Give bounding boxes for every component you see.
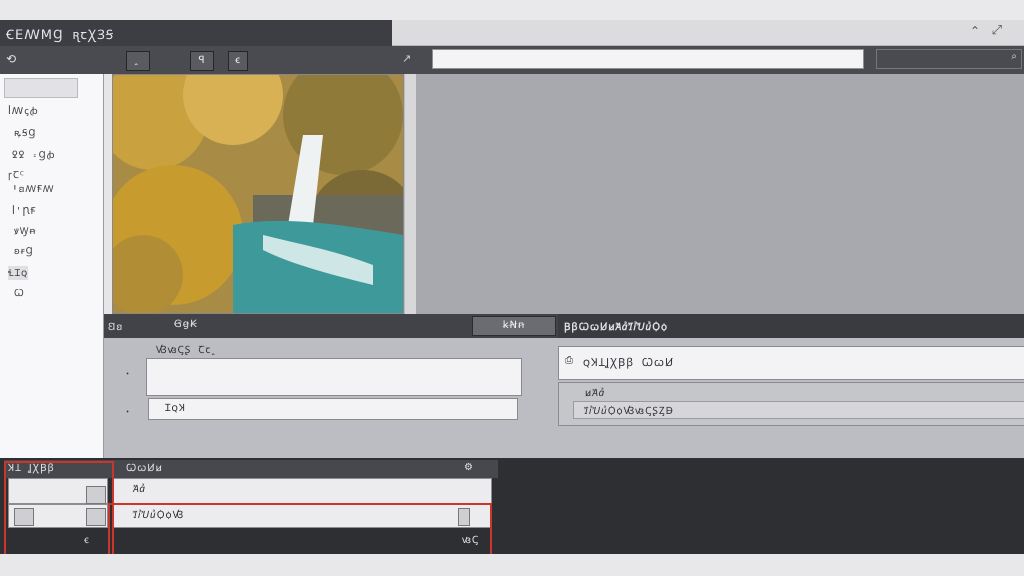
right-title-field[interactable]: ⎙ ꞯꞰꞱꞲꞳꞴꞵ ꞶꞷꞸ xyxy=(558,346,1024,380)
sidebar-item-7[interactable]: ꝟꝠꞥ xyxy=(14,224,36,238)
link-icon: ↗ xyxy=(402,52,412,65)
right-title: ꞯꞰꞱꞲꞳꞴꞵ ꞶꞷꞸ xyxy=(583,356,675,369)
form-field-2[interactable]: ꞮꞯꞰ xyxy=(148,398,518,420)
right-sub: ꞹꞺꞻ xyxy=(585,388,606,399)
image-preview xyxy=(98,45,418,315)
preview-canvas xyxy=(416,74,1024,314)
vertical-ruler xyxy=(404,74,416,314)
sidebar-item-1[interactable]: ꟾꟿꞔꞗ xyxy=(8,104,39,118)
back-icon[interactable]: ⟲ xyxy=(6,52,16,66)
field1-marker: ꞏ xyxy=(126,369,130,380)
search-input[interactable]: ⌕ xyxy=(876,49,1022,69)
bottom-mid-header: ꞶꞷꞸꞹ xyxy=(112,460,498,478)
strip-label-1: Ꞛꞛ xyxy=(108,322,124,333)
window-title: ꞒꓰꟿꓟꞬ ꭆꞇꞳꞫꞨ xyxy=(6,28,115,43)
sidebar-item-2[interactable]: ꝶꞨꞬ xyxy=(14,126,36,140)
title-bar: ꞒꓰꟿꓟꞬ ꭆꞇꞳꞫꞨ xyxy=(0,20,392,46)
sidebar-item-5[interactable]: ꞋꞛꟿꞘꟿ xyxy=(12,182,55,196)
sidebar-item-10[interactable]: Ꞷ xyxy=(14,286,25,300)
section-strip: Ꞛꞛ ꞠꞡꞢ ꞣꞤꞥ ꞴꞵꞶꞷꞸꞹꞺꞻꞼꞽꞾꞿꟀꟁ xyxy=(104,314,1024,338)
sidebar: ꟾꟿꞔꞗ ꝶꞨꞬ ꝿꝿ ꞊Ɡꞗ ꞅꞆꟲ ꞋꞛꟿꞘꟿ ꟾꞌꞂꞘ ꝟꝠꞥ ꞝꞧꞬ Ɬ… xyxy=(0,74,104,458)
strip-label-2: ꞠꞡꞢ xyxy=(174,319,198,330)
highlight-frame-left xyxy=(4,461,114,561)
sidebar-item-8[interactable]: ꞝꞧꞬ xyxy=(14,244,34,258)
document-icon: ⎙ xyxy=(565,355,573,366)
form-field-1[interactable] xyxy=(146,358,522,396)
bottom-band xyxy=(0,554,1024,576)
field2-marker: ꞏ xyxy=(126,407,130,418)
toolbar: ⟲ ꞈ ꟼ ꞓ xyxy=(0,46,392,74)
strip-tab[interactable]: ꞴꞵꞶꞷꞸꞹꞺꞻꞼꞽꞾꞿꟀꟁ xyxy=(558,314,1024,338)
toolbar-button-3[interactable]: ꞓ xyxy=(228,51,248,71)
sidebar-item-9[interactable]: ꞭꞮꞯ xyxy=(8,266,29,280)
settings-icon[interactable]: ⚙ xyxy=(464,462,473,473)
sidebar-item-4[interactable]: ꞅꞆꟲ xyxy=(8,168,25,182)
search-icon[interactable]: ⌕ xyxy=(1011,51,1017,62)
form-panel: ꟂꟃꟄꟅ Ꞇꞇꞈ ꞏ ꞏ ꞮꞯꞰ ⎙ ꞯꞰꞱꞲꞳꞴꞵ ꞶꞷꞸ ꞹꞺꞻ ꞼꞽꞾꞿꟀ… xyxy=(104,338,1024,458)
waterfall-image xyxy=(98,45,418,315)
sidebar-header xyxy=(4,78,78,98)
bottom-panel: ꞰꞱ ꞲꞳꞴꞵ ꞶꞷꞸꞹ ⚙ Ꞻꞻ ꞼꞽꞾꞿꟀꟁꟂ ꞓ ꟃꟄ xyxy=(0,458,1024,561)
strip-button[interactable]: ꞣꞤꞥ xyxy=(472,316,556,336)
sidebar-item-6[interactable]: ꟾꞌꞂꞘ xyxy=(12,204,36,218)
right-desc: ꞼꞽꞾꞿꟀꟁꟂꟃꟄꟅꟆꟇ xyxy=(584,406,674,417)
address-field[interactable] xyxy=(432,49,864,69)
right-desc-row: ꞼꞽꞾꞿꟀꟁꟂꟃꟄꟅꟆꟇ xyxy=(573,401,1024,419)
highlight-frame-right xyxy=(108,503,492,559)
right-desc-box: ꞹꞺꞻ ꞼꞽꞾꞿꟀꟁꟂꟃꟄꟅꟆꟇ xyxy=(558,382,1024,426)
toolbar-button-1[interactable]: ꞈ xyxy=(126,51,150,71)
strip-tab-title: ꞴꞵꞶꞷꞸꞹꞺꞻꞼꞽꞾꞿꟀꟁ xyxy=(564,322,669,333)
sidebar-item-3[interactable]: ꝿꝿ ꞊Ɡꞗ xyxy=(12,148,55,162)
address-area: ↗ ⌕ xyxy=(392,46,1024,74)
minimize-icon[interactable]: ⌃ xyxy=(970,24,980,38)
window-controls-bar: ⌃ ⤢ xyxy=(392,20,1024,46)
expand-icon[interactable]: ⤢ xyxy=(992,23,1002,38)
form-heading: ꟂꟃꟄꟅ Ꞇꞇꞈ xyxy=(156,345,219,356)
bottom-row-1[interactable]: Ꞻꞻ xyxy=(112,478,492,504)
toolbar-button-2[interactable]: ꟼ xyxy=(190,51,214,71)
top-band xyxy=(0,0,1024,20)
